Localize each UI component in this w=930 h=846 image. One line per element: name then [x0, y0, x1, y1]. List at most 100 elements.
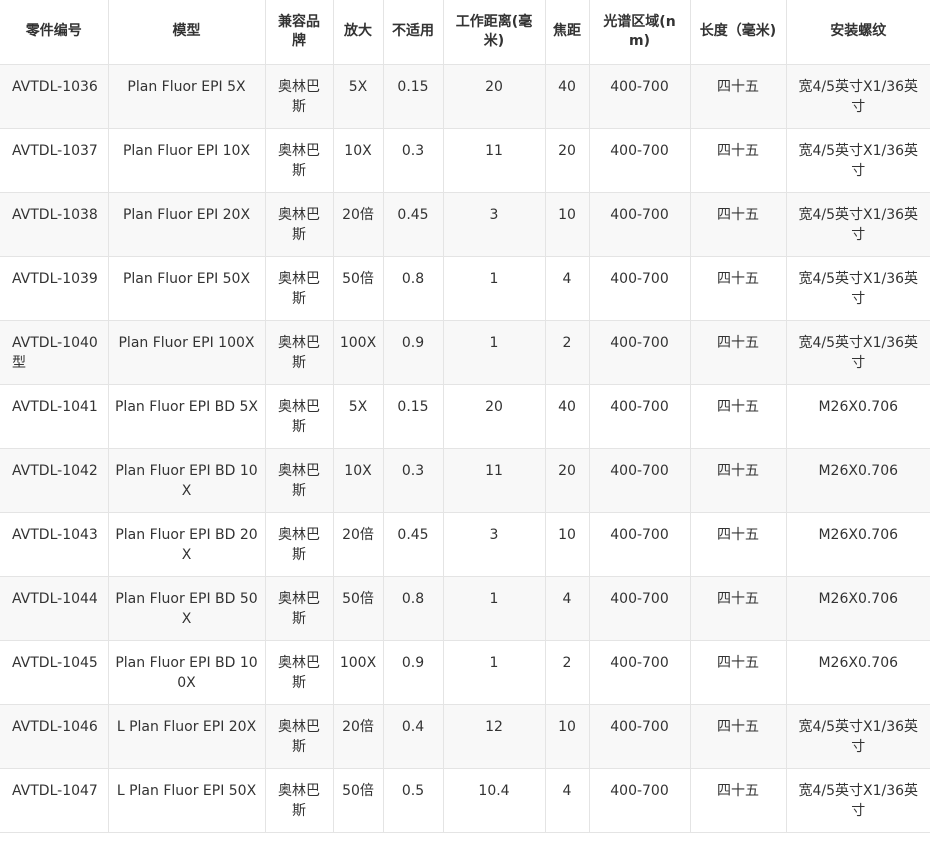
spectral-range-cell: 400-700 [588, 639, 690, 704]
part-number-cell: AVTDL-1047 [0, 767, 108, 833]
thread-cell: 宽4/5英寸X1/36英寸 [785, 191, 930, 256]
length-cell: 四十五 [689, 767, 786, 833]
table-row: AVTDL-1047 L Plan Fluor EPI 50X 奥林巴斯 50倍 0.5… [0, 767, 930, 833]
length-cell: 四十五 [689, 511, 786, 576]
header-row: 零件编号 模型 兼容品牌 放大 不适用 工作距离(毫米) 焦距 光谱区域(nm)… [0, 0, 930, 64]
part-number-cell: AVTDL-1046 [0, 703, 108, 768]
working-distance-cell: 20 [442, 383, 545, 448]
brand-cell: 奥林巴斯 [264, 639, 333, 704]
working-distance-cell: 12 [442, 703, 545, 768]
aperture-cell: 0.45 [382, 191, 443, 256]
part-number-cell: AVTDL-1036 [0, 63, 108, 128]
working-distance-cell: 1 [442, 255, 545, 320]
model-cell: Plan Fluor EPI 5X [107, 63, 265, 128]
spectral-range-cell: 400-700 [588, 767, 690, 833]
magnification-cell: 20倍 [332, 511, 383, 576]
working-distance-cell: 3 [442, 191, 545, 256]
length-cell: 四十五 [689, 447, 786, 512]
brand-cell: 奥林巴斯 [264, 319, 333, 384]
focal-length-cell: 2 [544, 319, 589, 384]
model-cell: Plan Fluor EPI BD 100X [107, 639, 265, 704]
thread-cell: M26X0.706 [785, 575, 930, 640]
aperture-cell: 0.15 [382, 383, 443, 448]
magnification-cell: 10X [332, 447, 383, 512]
thread-cell: 宽4/5英寸X1/36英寸 [785, 767, 930, 833]
thread-cell: 宽4/5英寸X1/36英寸 [785, 127, 930, 192]
spectral-range-cell: 400-700 [588, 703, 690, 768]
aperture-cell: 0.4 [382, 703, 443, 768]
length-cell: 四十五 [689, 703, 786, 768]
model-cell: Plan Fluor EPI BD 10X [107, 447, 265, 512]
header-part-number: 零件编号 [25, 23, 82, 40]
length-cell: 四十五 [689, 639, 786, 704]
working-distance-cell: 1 [442, 319, 545, 384]
focal-length-cell: 10 [544, 511, 589, 576]
thread-cell: 宽4/5英寸X1/36英寸 [785, 63, 930, 128]
model-cell: L Plan Fluor EPI 20X [107, 703, 265, 768]
header-spectral-range: 光谱区域(nm) [588, 0, 690, 64]
focal-length-cell: 20 [544, 447, 589, 512]
length-cell: 四十五 [689, 319, 786, 384]
objective-lens-spec-table: 零件编号 模型 兼容品牌 放大 不适用 工作距离(毫米) 焦距 光谱区域(nm)… [0, 0, 930, 833]
part-number-cell: AVTDL-1040型 [0, 319, 108, 384]
focal-length-cell: 40 [544, 63, 589, 128]
table-row: AVTDL-1042 Plan Fluor EPI BD 10X 奥林巴斯 10X 0.… [0, 447, 930, 512]
model-cell: Plan Fluor EPI 100X [107, 319, 265, 384]
table-row: AVTDL-1045 Plan Fluor EPI BD 100X 奥林巴斯 100X… [0, 639, 930, 704]
magnification-cell: 100X [332, 319, 383, 384]
model-cell: Plan Fluor EPI BD 5X [107, 383, 265, 448]
magnification-cell: 10X [332, 127, 383, 192]
thread-cell: M26X0.706 [785, 383, 930, 448]
thread-cell: 宽4/5英寸X1/36英寸 [785, 255, 930, 320]
magnification-cell: 50倍 [332, 255, 383, 320]
brand-cell: 奥林巴斯 [264, 767, 333, 833]
brand-cell: 奥林巴斯 [264, 511, 333, 576]
focal-length-cell: 4 [544, 575, 589, 640]
length-cell: 四十五 [689, 127, 786, 192]
focal-length-cell: 10 [544, 703, 589, 768]
spectral-range-cell: 400-700 [588, 255, 690, 320]
thread-cell: M26X0.706 [785, 639, 930, 704]
table-row: AVTDL-1037 Plan Fluor EPI 10X 奥林巴斯 10X 0.3 11… [0, 127, 930, 192]
spectral-range-cell: 400-700 [588, 575, 690, 640]
aperture-cell: 0.3 [382, 447, 443, 512]
brand-cell: 奥林巴斯 [264, 255, 333, 320]
table-body: AVTDL-1036 Plan Fluor EPI 5X 奥林巴斯 5X 0.15 20 4… [0, 63, 930, 833]
table-row: AVTDL-1040型 Plan Fluor EPI 100X 奥林巴斯 100X 0.… [0, 319, 930, 384]
brand-cell: 奥林巴斯 [264, 127, 333, 192]
working-distance-cell: 10.4 [442, 767, 545, 833]
magnification-cell: 5X [332, 63, 383, 128]
aperture-cell: 0.45 [382, 511, 443, 576]
header-focal-length: 焦距 [544, 0, 589, 64]
model-cell: Plan Fluor EPI 50X [107, 255, 265, 320]
model-cell: Plan Fluor EPI BD 20X [107, 511, 265, 576]
aperture-cell: 0.8 [382, 575, 443, 640]
magnification-cell: 20倍 [332, 703, 383, 768]
model-cell: Plan Fluor EPI 10X [107, 127, 265, 192]
part-number-cell: AVTDL-1045 [0, 639, 108, 704]
aperture-cell: 0.8 [382, 255, 443, 320]
table-row: AVTDL-1046 L Plan Fluor EPI 20X 奥林巴斯 20倍 0.4… [0, 703, 930, 768]
thread-cell: 宽4/5英寸X1/36英寸 [785, 319, 930, 384]
focal-length-cell: 20 [544, 127, 589, 192]
working-distance-cell: 3 [442, 511, 545, 576]
length-cell: 四十五 [689, 255, 786, 320]
part-number-cell: AVTDL-1041 [0, 383, 108, 448]
magnification-cell: 20倍 [332, 191, 383, 256]
aperture-cell: 0.9 [382, 319, 443, 384]
brand-cell: 奥林巴斯 [264, 63, 333, 128]
length-cell: 四十五 [689, 575, 786, 640]
spectral-range-cell: 400-700 [588, 63, 690, 128]
header-working-distance: 工作距离(毫米) [442, 0, 545, 64]
brand-cell: 奥林巴斯 [264, 575, 333, 640]
header-length: 长度（毫米) [689, 0, 786, 64]
part-number-cell: AVTDL-1037 [0, 127, 108, 192]
focal-length-cell: 4 [544, 767, 589, 833]
brand-cell: 奥林巴斯 [264, 383, 333, 448]
brand-cell: 奥林巴斯 [264, 191, 333, 256]
working-distance-cell: 20 [442, 63, 545, 128]
working-distance-cell: 1 [442, 639, 545, 704]
spectral-range-cell: 400-700 [588, 447, 690, 512]
working-distance-cell: 1 [442, 575, 545, 640]
header-numerical-aperture: 不适用 [382, 0, 443, 64]
